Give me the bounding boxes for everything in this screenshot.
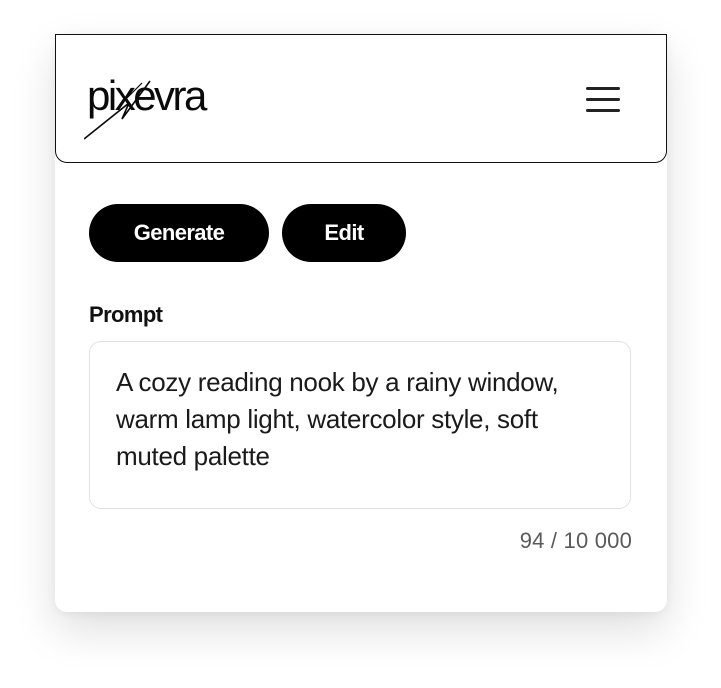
menu-line <box>586 109 620 112</box>
menu-line <box>586 87 620 90</box>
prompt-input[interactable]: A cozy reading nook by a rainy window, w… <box>89 341 631 509</box>
prompt-text: A cozy reading nook by a rainy window, w… <box>116 367 559 471</box>
edit-mode-button[interactable]: Edit <box>282 204 406 262</box>
menu-line <box>586 98 620 101</box>
prompt-label: Prompt <box>89 302 163 327</box>
app-card: pixevra Generate Edit Prompt A cozy read… <box>55 34 667 612</box>
character-counter: 94 / 10 000 <box>519 528 632 553</box>
page: pixevra Generate Edit Prompt A cozy read… <box>0 0 721 688</box>
header-bar: pixevra <box>55 34 667 163</box>
logo[interactable]: pixevra <box>84 69 234 141</box>
generate-mode-button[interactable]: Generate <box>89 204 269 262</box>
logo-text: pixevra <box>87 72 207 119</box>
hamburger-menu-icon[interactable] <box>582 83 622 117</box>
